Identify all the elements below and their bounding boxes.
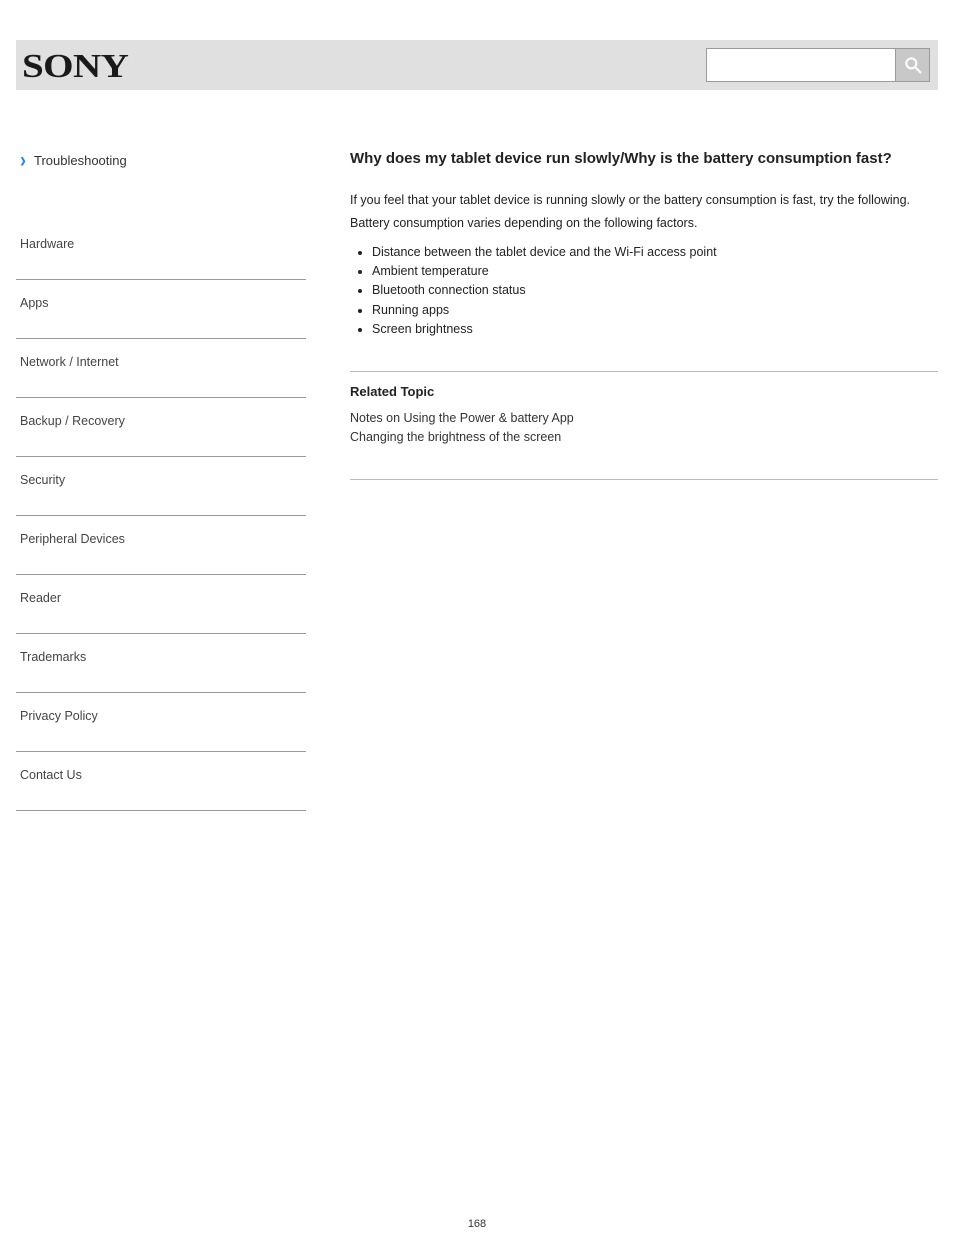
- list-item: Ambient temperature: [372, 262, 938, 281]
- sidebar-item-label: Trademarks: [20, 650, 86, 664]
- sidebar-item-label: Network / Internet: [20, 355, 119, 369]
- sidebar-item-backup[interactable]: Backup / Recovery: [16, 398, 306, 457]
- sidebar-item-security[interactable]: Security: [16, 457, 306, 516]
- header-bar: SONY: [16, 40, 938, 90]
- list-item: Bluetooth connection status: [372, 281, 938, 300]
- breadcrumb-label: Troubleshooting: [34, 153, 127, 168]
- sub-paragraph: Battery consumption varies depending on …: [350, 214, 938, 233]
- sidebar-item-label: Apps: [20, 296, 49, 310]
- related-link[interactable]: Changing the brightness of the screen: [350, 428, 938, 447]
- brand-logo: SONY: [22, 48, 128, 86]
- related-topic-list: Notes on Using the Power & battery App C…: [350, 409, 938, 447]
- sidebar-item-label: Reader: [20, 591, 61, 605]
- list-item: Distance between the tablet device and t…: [372, 243, 938, 262]
- divider: [350, 371, 938, 372]
- sidebar-item-hardware[interactable]: Hardware: [16, 221, 306, 280]
- sidebar-item-label: Backup / Recovery: [20, 414, 125, 428]
- factor-list: Distance between the tablet device and t…: [372, 243, 938, 340]
- divider: [350, 479, 938, 480]
- list-item: Running apps: [372, 301, 938, 320]
- sidebar-item-label: Contact Us: [20, 768, 82, 782]
- chevron-right-icon: ›: [20, 148, 26, 173]
- related-link[interactable]: Notes on Using the Power & battery App: [350, 409, 938, 428]
- main-content: Why does my tablet device run slowly/Why…: [306, 150, 938, 811]
- sidebar-item-label: Security: [20, 473, 65, 487]
- related-topic-heading: Related Topic: [350, 384, 938, 399]
- sidebar-item-peripheral[interactable]: Peripheral Devices: [16, 516, 306, 575]
- page-number: 168: [0, 1218, 954, 1230]
- list-item: Screen brightness: [372, 320, 938, 339]
- sidebar: › Troubleshooting Hardware Apps Network …: [16, 150, 306, 811]
- breadcrumb[interactable]: › Troubleshooting: [20, 150, 306, 171]
- lead-paragraph: If you feel that your tablet device is r…: [350, 191, 938, 210]
- sidebar-item-privacy[interactable]: Privacy Policy: [16, 693, 306, 752]
- search-button[interactable]: [896, 48, 930, 82]
- sidebar-item-contact[interactable]: Contact Us: [16, 752, 306, 811]
- sidebar-item-label: Privacy Policy: [20, 709, 98, 723]
- search-icon: [903, 55, 923, 75]
- search-wrap: [706, 48, 930, 82]
- search-input[interactable]: [706, 48, 896, 82]
- sidebar-item-reader[interactable]: Reader: [16, 575, 306, 634]
- sidebar-item-apps[interactable]: Apps: [16, 280, 306, 339]
- sidebar-item-network[interactable]: Network / Internet: [16, 339, 306, 398]
- sidebar-item-label: Hardware: [20, 237, 74, 251]
- sidebar-nav: Hardware Apps Network / Internet Backup …: [16, 221, 306, 811]
- page-title: Why does my tablet device run slowly/Why…: [350, 150, 938, 167]
- sidebar-item-trademarks[interactable]: Trademarks: [16, 634, 306, 693]
- sidebar-item-label: Peripheral Devices: [20, 532, 125, 546]
